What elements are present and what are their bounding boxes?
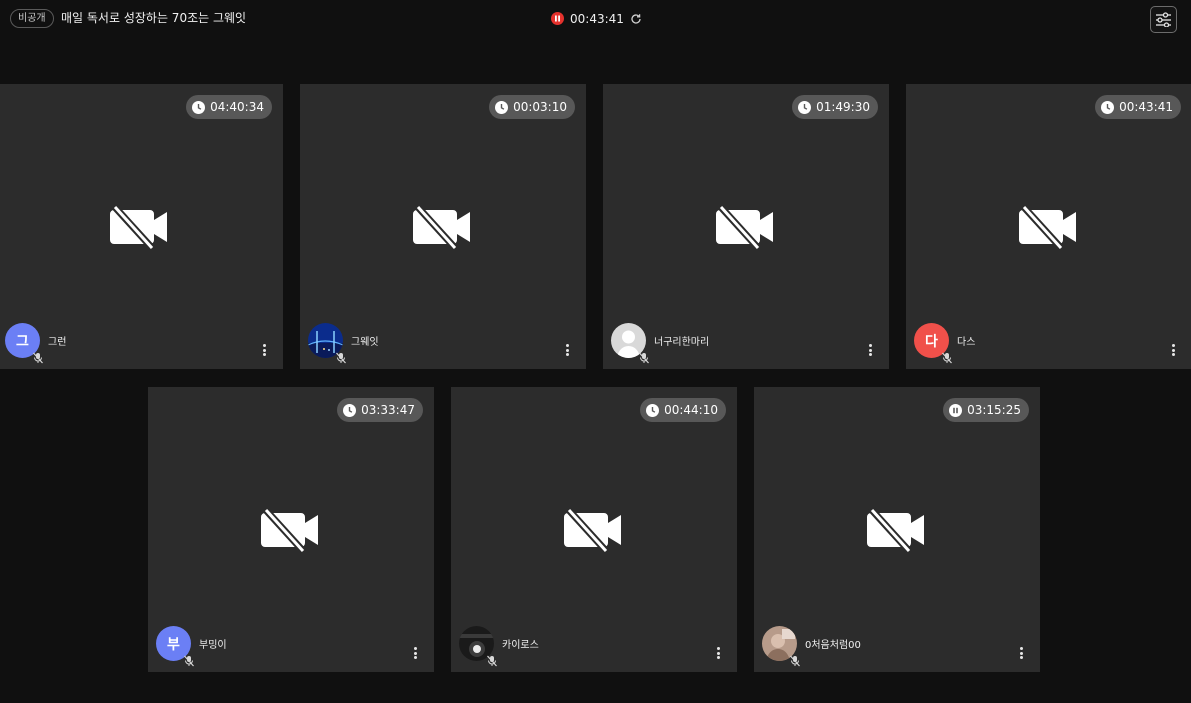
session-timer-text: 00:43:41 <box>570 11 624 26</box>
participant-timer: 03:15:25 <box>943 398 1029 422</box>
camera-off-icon <box>413 202 473 251</box>
clock-icon <box>495 100 509 114</box>
camera-off-icon <box>110 202 170 251</box>
clock-icon <box>192 100 206 114</box>
avatar-wrap: 그 <box>5 323 43 364</box>
room-title: 매일 독서로 성장하는 70조는 그웨잇 <box>61 11 247 25</box>
participant-name: 부밍이 <box>199 640 227 651</box>
mic-off-icon <box>486 652 498 667</box>
participant-time: 00:43:41 <box>1119 100 1173 114</box>
avatar-wrap: 부 <box>156 626 194 667</box>
top-bar: 비공개 매일 독서로 성장하는 70조는 그웨잇 00:43:41 <box>0 0 1191 38</box>
participant-timer: 03:33:47 <box>337 398 423 422</box>
participant-timer: 00:03:10 <box>489 95 575 119</box>
participant-time: 01:49:30 <box>816 100 870 114</box>
avatar-wrap <box>611 323 649 364</box>
participant-tile[interactable]: 00:03:10 그웨잇 <box>300 84 586 369</box>
settings-sliders-button[interactable] <box>1150 6 1177 33</box>
participant-time: 04:40:34 <box>210 100 264 114</box>
avatar-wrap: 다 <box>914 323 952 364</box>
participant-time: 03:15:25 <box>967 403 1021 417</box>
participant-name: 0처음처럼00 <box>805 640 861 651</box>
participant-tile[interactable]: 00:44:10 카이로스 <box>451 387 737 672</box>
more-options-icon[interactable] <box>565 344 569 356</box>
avatar-initial: 부 <box>167 636 180 653</box>
participant-time: 00:44:10 <box>664 403 718 417</box>
camera-off-icon <box>716 202 776 251</box>
clock-icon <box>343 403 357 417</box>
more-options-icon[interactable] <box>1019 647 1023 659</box>
more-options-icon[interactable] <box>1171 344 1175 356</box>
more-options-icon[interactable] <box>262 344 266 356</box>
sliders-icon <box>1156 12 1171 27</box>
avatar-wrap <box>459 626 497 667</box>
participant-name: 너구리한마리 <box>654 337 710 348</box>
participant-name: 그웨잇 <box>351 337 379 348</box>
more-options-icon[interactable] <box>716 647 720 659</box>
participant-timer: 00:44:10 <box>640 398 726 422</box>
participant-tile[interactable]: 03:15:25 0처음처럼00 <box>754 387 1040 672</box>
session-timer: 00:43:41 <box>551 10 642 27</box>
camera-off-icon <box>564 505 624 554</box>
more-options-icon[interactable] <box>413 647 417 659</box>
mic-off-icon <box>32 349 44 364</box>
participant-timer: 04:40:34 <box>186 95 272 119</box>
pause-icon <box>949 403 963 417</box>
refresh-icon[interactable] <box>630 13 642 25</box>
participant-time: 00:03:10 <box>513 100 567 114</box>
visibility-badge: 비공개 <box>10 9 54 28</box>
participant-tile[interactable]: 01:49:30 너구리한마리 <box>603 84 889 369</box>
participant-name: 그런 <box>48 337 67 348</box>
participant-timer: 00:43:41 <box>1095 95 1181 119</box>
mic-off-icon <box>941 349 953 364</box>
avatar-initial: 그 <box>16 333 29 350</box>
clock-icon <box>646 403 660 417</box>
more-options-icon[interactable] <box>868 344 872 356</box>
participant-tile[interactable]: 04:40:34 그 그런 <box>0 84 283 369</box>
clock-icon <box>1101 100 1115 114</box>
participant-tile[interactable]: 00:43:41 다 다스 <box>906 84 1191 369</box>
participant-tile[interactable]: 03:33:47 부 부밍이 <box>148 387 434 672</box>
camera-off-icon <box>1019 202 1079 251</box>
clock-icon <box>798 100 812 114</box>
avatar-wrap <box>762 626 800 667</box>
mic-off-icon <box>183 652 195 667</box>
avatar-wrap <box>308 323 346 364</box>
avatar-initial: 다 <box>925 333 938 350</box>
participant-name: 카이로스 <box>502 640 539 651</box>
participant-timer: 01:49:30 <box>792 95 878 119</box>
mic-off-icon <box>789 652 801 667</box>
camera-off-icon <box>261 505 321 554</box>
camera-off-icon <box>867 505 927 554</box>
participant-name: 다스 <box>957 337 976 348</box>
recording-pause-icon[interactable] <box>551 12 564 25</box>
mic-off-icon <box>335 349 347 364</box>
participant-time: 03:33:47 <box>361 403 415 417</box>
mic-off-icon <box>638 349 650 364</box>
